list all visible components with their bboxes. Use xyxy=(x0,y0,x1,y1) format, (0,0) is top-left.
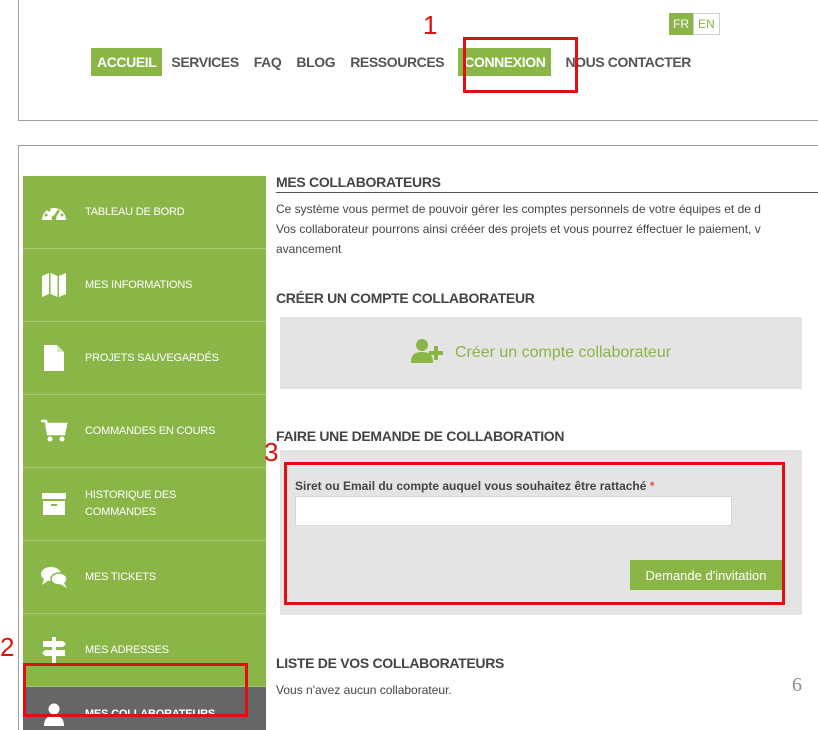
nav-faq[interactable]: FAQ xyxy=(248,48,288,76)
sidebar-item-commandes-en-cours[interactable]: COMMANDES EN COURS xyxy=(23,395,266,468)
sidebar-item-label: PROJETS SAUVEGARDÉS xyxy=(85,351,219,364)
archive-icon xyxy=(39,489,69,519)
nav-ressources[interactable]: RESSOURCES xyxy=(344,48,450,76)
sidebar-item-informations[interactable]: MES INFORMATIONS xyxy=(23,249,266,322)
nav-contact[interactable]: NOUS CONTACTER xyxy=(559,48,697,76)
nav-services[interactable]: SERVICES xyxy=(165,48,244,76)
page-title: MES COLLABORATEURS xyxy=(276,174,818,193)
annotation-box-request-form xyxy=(284,462,785,605)
main-nav: ACCUEIL SERVICES FAQ BLOG RESSOURCES CON… xyxy=(91,48,700,76)
sidebar-item-label: MES ADRESSES xyxy=(85,643,169,656)
signpost-icon xyxy=(39,635,69,665)
request-heading: FAIRE UNE DEMANDE DE COLLABORATION xyxy=(276,428,565,444)
language-switcher: FR EN xyxy=(669,13,720,35)
annotation-number: 3 xyxy=(264,437,279,467)
create-heading: CRÉER UN COMPTE COLLABORATEUR xyxy=(276,290,535,306)
sidebar-item-label: TABLEAU DE BORD xyxy=(85,205,185,218)
document-icon xyxy=(39,343,69,373)
sidebar-item-label: COMMANDES EN COURS xyxy=(85,424,216,437)
annotation-number: 2 xyxy=(0,632,15,662)
sidebar-item-label: MES TICKETS xyxy=(85,570,156,583)
empty-list-message: Vous n'avez aucun collaborateur. xyxy=(276,683,452,697)
nav-blog[interactable]: BLOG xyxy=(290,48,341,76)
intro-text: Ce système vous permet de pouvoir gérer … xyxy=(276,199,818,259)
intro-line: Ce système vous permet de pouvoir gérer … xyxy=(276,202,761,216)
sidebar-item-label: MES INFORMATIONS xyxy=(85,278,193,291)
sidebar-item-label: HISTORIQUE DES COMMANDES xyxy=(85,489,177,518)
dashboard-icon xyxy=(39,197,69,227)
intro-line: Vos collaborateur pourrons ainsi crééer … xyxy=(276,222,761,236)
annotation-number: 1 xyxy=(423,10,438,40)
page-number: 6 xyxy=(792,674,802,696)
create-collaborator-label: Créer un compte collaborateur xyxy=(454,344,672,361)
account-sidebar: TABLEAU DE BORD MES INFORMATIONS PROJETS… xyxy=(23,176,266,730)
annotation-box-collaborateurs xyxy=(23,663,248,717)
account-panel: TABLEAU DE BORD MES INFORMATIONS PROJETS… xyxy=(18,145,818,730)
lang-en-button[interactable]: EN xyxy=(693,13,720,35)
annotation-box-connexion xyxy=(463,37,578,93)
top-nav-panel: FR EN ACCUEIL SERVICES FAQ BLOG RESSOURC… xyxy=(18,0,818,121)
sidebar-item-historique[interactable]: HISTORIQUE DES COMMANDES xyxy=(23,468,266,541)
sidebar-item-tickets[interactable]: MES TICKETS xyxy=(23,541,266,614)
create-collaborator-button[interactable]: Créer un compte collaborateur xyxy=(280,317,802,389)
sidebar-item-projets[interactable]: PROJETS SAUVEGARDÉS xyxy=(23,322,266,395)
nav-accueil[interactable]: ACCUEIL xyxy=(91,48,163,76)
chat-icon xyxy=(39,562,69,592)
list-heading: LISTE DE VOS COLLABORATEURS xyxy=(276,655,505,671)
sidebar-item-dashboard[interactable]: TABLEAU DE BORD xyxy=(23,176,266,249)
add-user-icon xyxy=(410,338,445,369)
content-area: MES COLLABORATEURS Ce système vous perme… xyxy=(276,174,818,697)
map-icon xyxy=(39,270,69,300)
lang-fr-button[interactable]: FR xyxy=(669,13,693,35)
intro-line: avancement xyxy=(276,242,342,256)
cart-icon xyxy=(39,416,69,446)
